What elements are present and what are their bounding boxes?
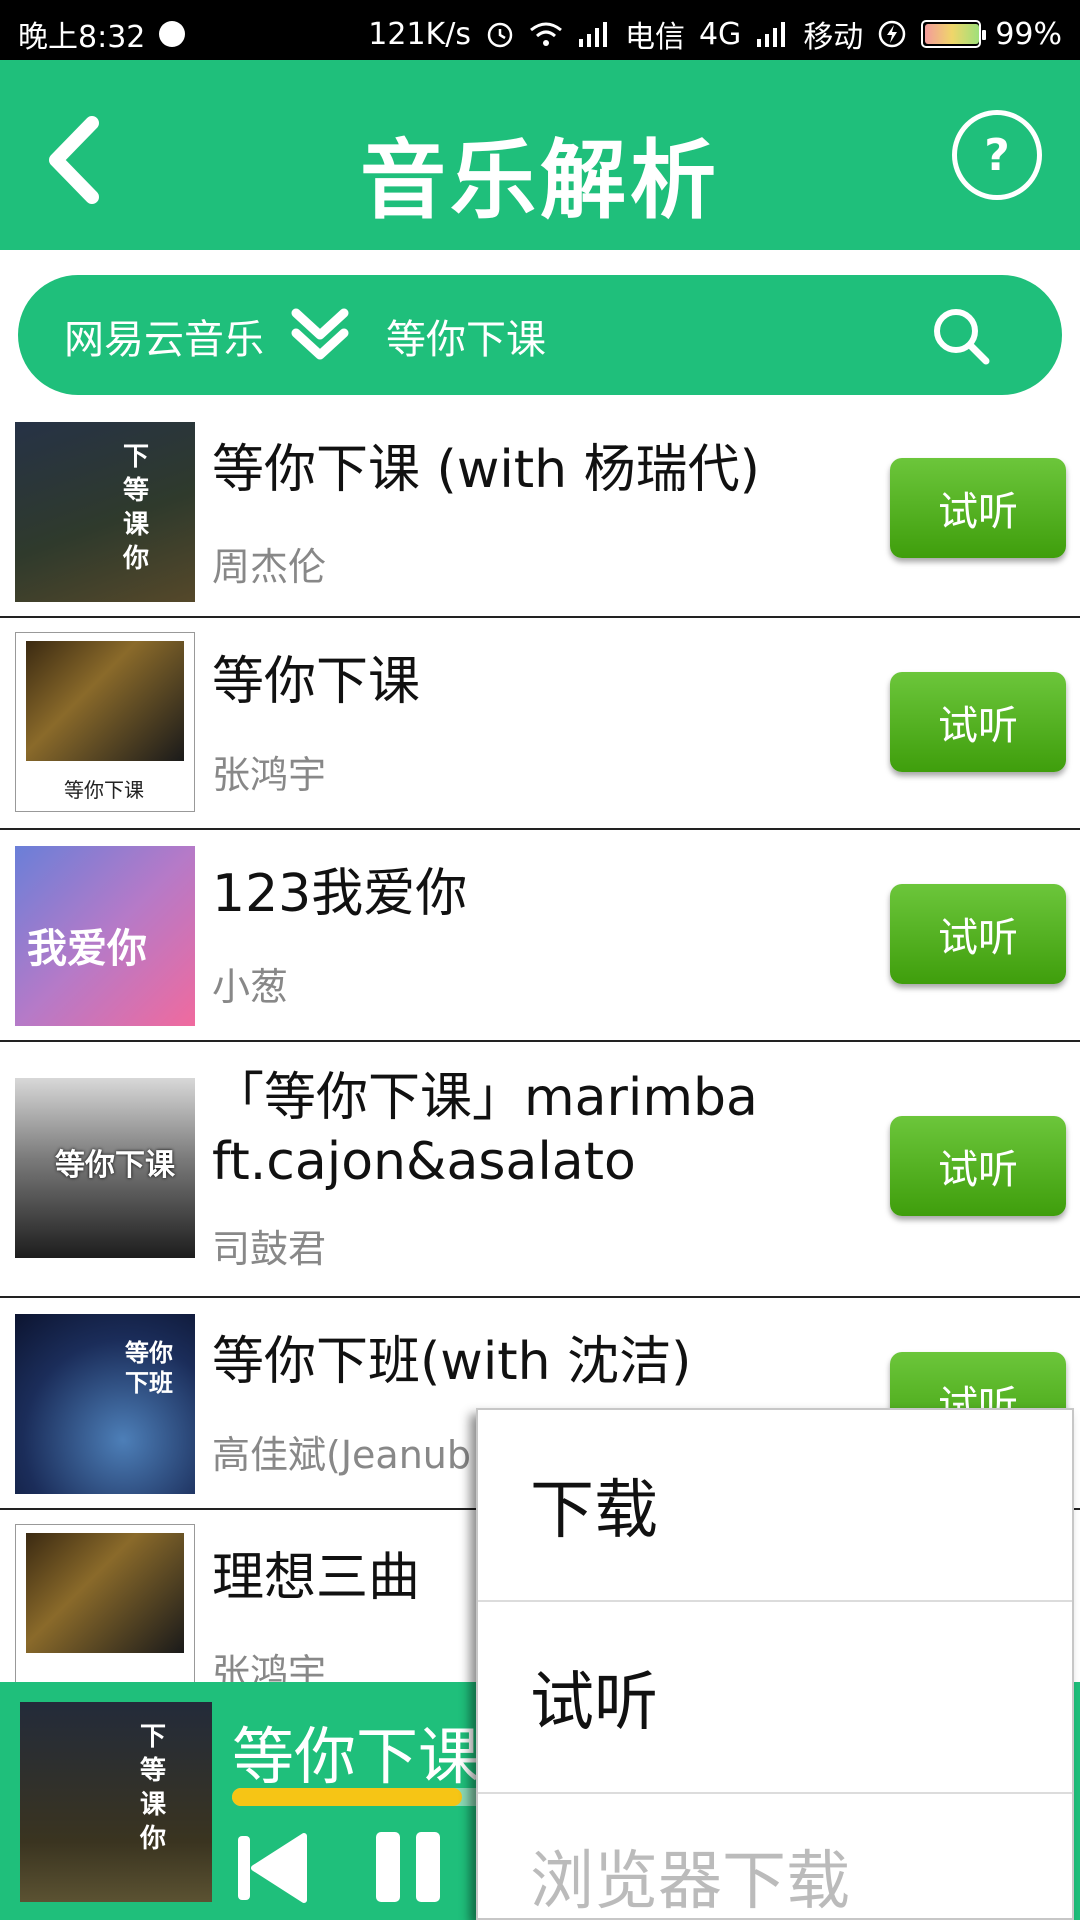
skip-previous-icon [238, 1833, 307, 1903]
album-cover: 等你下课 [15, 632, 195, 812]
pause-icon [376, 1832, 440, 1902]
song-title: 123我爱你 [212, 864, 468, 924]
progress-fill [232, 1788, 462, 1806]
cover-text: 等你下课 [55, 1148, 175, 1183]
song-artist: 高佳斌(Jeanub [212, 1433, 471, 1477]
album-cover: 等你 下班 [15, 1314, 195, 1494]
source-select[interactable]: 网易云音乐 [64, 307, 264, 365]
player-album-cover: 下 等 课 你 [20, 1702, 212, 1902]
help-button[interactable]: ? [952, 110, 1042, 200]
cover-text: 等你下课 [64, 778, 144, 802]
alarm-icon [485, 17, 515, 51]
status-bar: 晚上8:32 121K/s 电信 4G 移动 99% [0, 0, 1080, 60]
song-title: 等你下班(with 沈洁) [212, 1332, 692, 1392]
search-input[interactable]: 等你下课 [386, 307, 546, 365]
cover-image [26, 1533, 184, 1653]
status-time: 晚上8:32 [18, 20, 146, 55]
header: 音乐解析 ? [0, 60, 1080, 250]
song-row[interactable]: 等你下课 「等你下课」marimba ft.cajon&asalato 司鼓君 … [0, 1042, 1080, 1298]
cover-text: 下 等 课 你 [140, 1722, 167, 1854]
charging-icon [877, 17, 907, 51]
song-artist: 周杰伦 [212, 545, 327, 589]
song-row[interactable]: 我爱你 123我爱你 小葱 试听 [0, 830, 1080, 1042]
signal-icon [755, 17, 789, 51]
cover-image [26, 641, 184, 761]
song-title: 「等你下课」marimba ft.cajon&asalato [212, 1068, 758, 1192]
carrier-1: 电信 [624, 20, 685, 55]
network-speed: 121K/s [368, 16, 471, 52]
album-cover [15, 1524, 195, 1704]
album-cover: 我爱你 [15, 846, 195, 1026]
player-song-title: 等你下课 [232, 1720, 481, 1793]
search-icon[interactable] [930, 305, 992, 367]
preview-button[interactable]: 试听 [890, 458, 1066, 558]
page-title: 音乐解析 [360, 131, 720, 231]
previous-button[interactable] [232, 1828, 312, 1908]
cover-text: 我爱你 [27, 926, 147, 972]
signal-icon [577, 17, 611, 51]
song-row[interactable]: 下 等 课 你 等你下课 (with 杨瑞代) 周杰伦 试听 [0, 412, 1080, 618]
battery-level: 99% [995, 16, 1062, 52]
menu-item-browser-download[interactable]: 浏览器下载 [478, 1794, 1072, 1918]
pause-button[interactable] [368, 1828, 448, 1908]
battery-icon [921, 20, 987, 48]
song-artist: 司鼓君 [212, 1227, 327, 1271]
menu-item-preview[interactable]: 试听 [478, 1602, 1072, 1794]
context-menu: 下载 试听 浏览器下载 [476, 1408, 1074, 1920]
search-bar: 网易云音乐 等你下课 [18, 275, 1062, 395]
preview-button[interactable]: 试听 [890, 1116, 1066, 1216]
notification-icon [159, 21, 186, 47]
help-icon: ? [984, 129, 1010, 181]
preview-button[interactable]: 试听 [890, 884, 1066, 984]
song-artist: 张鸿宇 [212, 753, 327, 797]
carrier-2: 移动 [803, 20, 864, 55]
album-cover: 等你下课 [15, 1078, 195, 1258]
song-artist: 小葱 [212, 965, 289, 1009]
double-chevron-down-icon[interactable] [290, 307, 350, 363]
network-type: 4G [698, 16, 742, 52]
app: 晚上8:32 121K/s 电信 4G 移动 99% 音乐解析 ? 网易云音乐 … [0, 0, 1080, 1920]
song-row[interactable]: 等你下课 等你下课 张鸿宇 试听 [0, 618, 1080, 830]
song-title: 等你下课 (with 杨瑞代) [212, 440, 760, 500]
menu-item-download[interactable]: 下载 [478, 1410, 1072, 1602]
album-cover: 下 等 课 你 [15, 422, 195, 602]
song-title: 等你下课 [212, 652, 421, 712]
cover-text: 等你 下班 [125, 1339, 173, 1397]
cover-text: 下 等 课 你 [123, 442, 150, 574]
wifi-icon [529, 17, 563, 51]
preview-button[interactable]: 试听 [890, 672, 1066, 772]
